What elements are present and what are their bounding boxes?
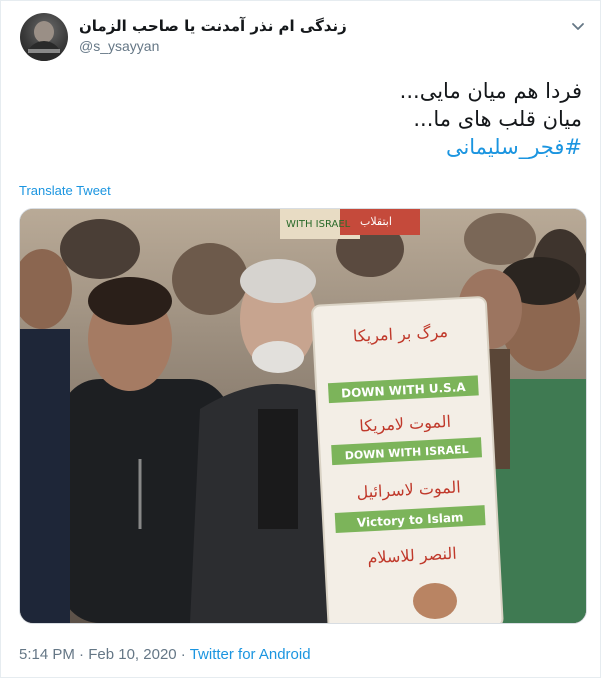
tweet-source-link[interactable]: Twitter for Android (190, 646, 311, 663)
separator-dot-2: · (176, 646, 190, 663)
translate-tweet-link[interactable]: Translate Tweet (19, 183, 111, 198)
user-handle[interactable]: @s_ysayyan (79, 38, 159, 54)
tweet-footer: 5:14 PM · Feb 10, 2020 · Twitter for And… (19, 646, 311, 663)
avatar[interactable] (20, 13, 68, 61)
tweet-time[interactable]: 5:14 PM (19, 646, 75, 663)
banner-text: WITH ISRAEL (286, 219, 351, 230)
tweet-date[interactable]: Feb 10, 2020 (88, 646, 176, 663)
avatar-head (34, 21, 54, 43)
tweet-line-2: میان قلب های ما... (413, 107, 582, 131)
avatar-caption (28, 49, 60, 53)
tweet-line-1: فردا هم میان مایی... (399, 79, 582, 103)
tweet-card: زندگی ام نذر آمدنت یا صاحب الزمان @s_ysa… (0, 0, 601, 678)
tweet-text: فردا هم میان مایی... میان قلب های ما... … (22, 77, 582, 161)
chevron-down-icon[interactable] (571, 19, 585, 33)
separator-dot: · (74, 646, 89, 663)
banner-text-2: ابتقلاب (360, 215, 392, 228)
tweet-photo[interactable]: WITH ISRAEL ابتقلاب مرگ بر امریکا DOWN W… (19, 208, 587, 624)
display-name[interactable]: زندگی ام نذر آمدنت یا صاحب الزمان (79, 17, 499, 35)
hashtag-link[interactable]: #فجر_سلیمانی (22, 133, 582, 161)
photo-illustration: WITH ISRAEL ابتقلاب مرگ بر امریکا DOWN W… (20, 209, 586, 623)
